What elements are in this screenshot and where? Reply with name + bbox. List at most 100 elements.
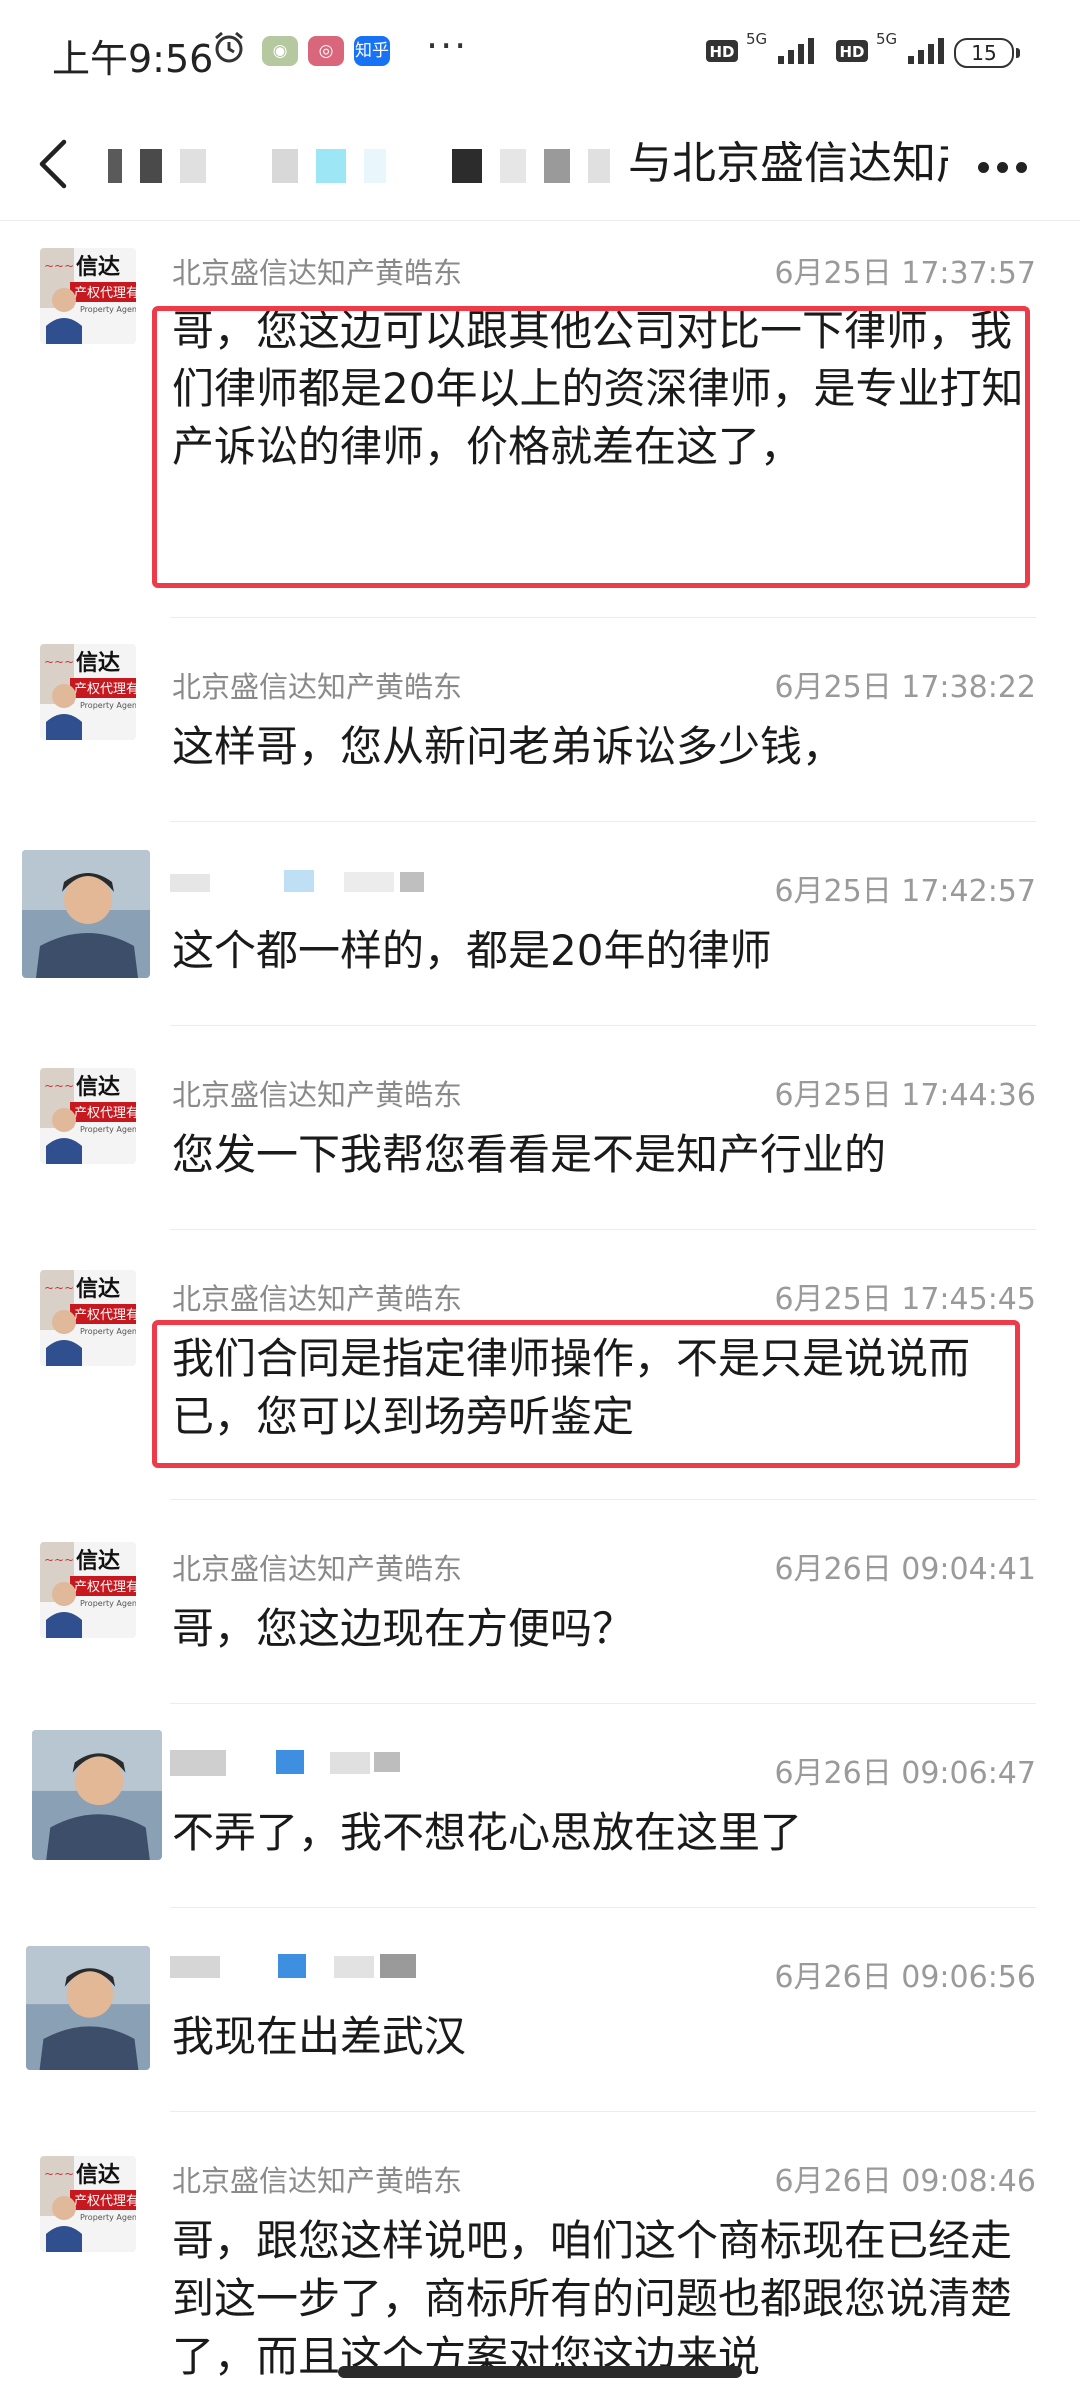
eye-notif-icon: ◎ <box>308 36 344 66</box>
svg-text:信达: 信达 <box>76 254 120 280</box>
signal-2-icon: HD 5G <box>836 30 944 64</box>
message-time: 6月26日 09:06:56 <box>774 1960 1036 1995</box>
message-time: 6月25日 17:42:57 <box>774 874 1036 909</box>
message-item: ~~~ 信达 产权代理有 Property Agen 北京盛信达知产黄皓东 6月… <box>0 1500 1080 1704</box>
chat-title-text: 与北京盛信达知产黄… <box>628 138 948 189</box>
svg-text:~~~: ~~~ <box>44 1079 74 1093</box>
redacted-block <box>452 149 482 183</box>
sender-name: 北京盛信达知产黄皓东 <box>172 2164 463 2198</box>
message-text[interactable]: 哥，您这边现在方便吗？ <box>172 1600 1036 1658</box>
sender-name: 北京盛信达知产黄皓东 <box>172 256 463 290</box>
redacted-block <box>588 149 610 183</box>
alarm-icon <box>215 31 243 63</box>
message-time: 6月26日 09:04:41 <box>774 1552 1036 1587</box>
user-avatar[interactable] <box>22 850 150 978</box>
message-time: 6月25日 17:44:36 <box>774 1078 1036 1113</box>
battery-indicator: 15 <box>954 38 1020 68</box>
svg-text:Property Agen: Property Agen <box>80 2213 136 2222</box>
sender-avatar[interactable]: ~~~ 信达 产权代理有 Property Agen <box>40 248 136 344</box>
message-text[interactable]: 我现在出差武汉 <box>172 2008 1036 2066</box>
svg-text:~~~: ~~~ <box>44 1553 74 1567</box>
redacted-block <box>140 149 162 183</box>
message-time: 6月26日 09:06:47 <box>774 1756 1036 1791</box>
message-item: 6月26日 09:06:56 我现在出差武汉 <box>0 1908 1080 2112</box>
svg-text:产权代理有: 产权代理有 <box>74 285 136 301</box>
redacted-sender-name <box>170 1750 400 1776</box>
net2-label: HD <box>839 43 864 61</box>
message-time: 6月25日 17:37:57 <box>774 256 1036 291</box>
sender-name: 北京盛信达知产黄皓东 <box>172 1552 463 1586</box>
message-time: 6月25日 17:45:45 <box>774 1282 1036 1317</box>
sender-avatar[interactable]: ~~~ 信达 产权代理有 Property Agen <box>40 644 136 740</box>
redacted-block <box>224 149 254 183</box>
svg-text:Property Agen: Property Agen <box>80 1599 136 1608</box>
svg-text:信达: 信达 <box>76 1074 120 1100</box>
sender-name: 北京盛信达知产黄皓东 <box>172 670 463 704</box>
message-time: 6月25日 17:38:22 <box>774 670 1036 705</box>
redacted-sender-name <box>170 870 424 892</box>
redacted-block <box>404 149 434 183</box>
status-time: 上午9:56 <box>52 37 214 81</box>
message-text[interactable]: 您发一下我帮您看看是不是知产行业的 <box>172 1126 1036 1184</box>
wechat-notif-icon: ◉ <box>262 36 298 66</box>
svg-text:信达: 信达 <box>76 650 120 676</box>
svg-text:~~~: ~~~ <box>44 655 74 669</box>
svg-text:产权代理有: 产权代理有 <box>74 681 136 697</box>
svg-text:Property Agen: Property Agen <box>80 305 136 314</box>
chat-header: 与北京盛信达知产黄… <box>0 108 1080 221</box>
sender-avatar[interactable]: ~~~ 信达 产权代理有 Property Agen <box>40 2156 136 2252</box>
redacted-block <box>544 149 570 183</box>
svg-text:产权代理有: 产权代理有 <box>74 2193 136 2209</box>
user-avatar[interactable] <box>26 1946 150 2070</box>
svg-text:Property Agen: Property Agen <box>80 1125 136 1134</box>
message-item: ~~~ 信达 产权代理有 Property Agen 北京盛信达知产黄皓东 6月… <box>0 222 1080 618</box>
zhihu-notif-icon: 知乎 <box>354 36 390 66</box>
sender-name: 北京盛信达知产黄皓东 <box>172 1282 463 1316</box>
message-text[interactable]: 这样哥，您从新问老弟诉讼多少钱， <box>172 718 1036 776</box>
chat-title: 与北京盛信达知产黄… <box>108 134 948 194</box>
redacted-block <box>272 149 298 183</box>
redacted-block <box>108 149 122 183</box>
redacted-block <box>180 149 206 183</box>
svg-text:产权代理有: 产权代理有 <box>74 1579 136 1595</box>
message-item: 6月26日 09:06:47 不弄了，我不想花心思放在这里了 <box>0 1704 1080 1908</box>
svg-text:~~~: ~~~ <box>44 259 74 273</box>
message-item: ~~~ 信达 产权代理有 Property Agen 北京盛信达知产黄皓东 6月… <box>0 2112 1080 2400</box>
sender-avatar[interactable]: ~~~ 信达 产权代理有 Property Agen <box>40 1068 136 1164</box>
sender-avatar[interactable]: ~~~ 信达 产权代理有 Property Agen <box>40 1270 136 1366</box>
more-options-icon[interactable] <box>978 158 1038 173</box>
highlight-box <box>152 306 1030 588</box>
signal-1-icon: HD 5G <box>706 30 814 64</box>
message-time: 6月26日 09:08:46 <box>774 2164 1036 2199</box>
redacted-block <box>500 149 526 183</box>
message-item: ~~~ 信达 产权代理有 Property Agen 北京盛信达知产黄皓东 6月… <box>0 618 1080 822</box>
status-bar: 上午9:56 ◉ ◎ 知乎 ··· HD 5G HD 5G 15 <box>0 0 1080 108</box>
redacted-block <box>316 149 346 183</box>
net1-type: 5G <box>746 30 767 48</box>
net2-type: 5G <box>876 30 897 48</box>
net1-label: HD <box>709 43 734 61</box>
message-item: ~~~ 信达 产权代理有 Property Agen 北京盛信达知产黄皓东 6月… <box>0 1230 1080 1500</box>
svg-text:产权代理有: 产权代理有 <box>74 1105 136 1121</box>
home-indicator[interactable] <box>338 2366 742 2378</box>
svg-text:产权代理有: 产权代理有 <box>74 1307 136 1323</box>
svg-text:Property Agen: Property Agen <box>80 701 136 710</box>
svg-text:~~~: ~~~ <box>44 1281 74 1295</box>
svg-text:信达: 信达 <box>76 1548 120 1574</box>
user-avatar[interactable] <box>32 1730 162 1860</box>
svg-text:信达: 信达 <box>76 1276 120 1302</box>
message-item: 6月25日 17:42:57 这个都一样的，都是20年的律师 <box>0 822 1080 1026</box>
message-text[interactable]: 不弄了，我不想花心思放在这里了 <box>172 1804 1036 1862</box>
message-text[interactable]: 哥，跟您这样说吧，咱们这个商标现在已经走到这一步了，商标所有的问题也都跟您说清楚… <box>172 2212 1036 2386</box>
svg-text:Property Agen: Property Agen <box>80 1327 136 1336</box>
back-arrow-icon[interactable] <box>34 138 74 190</box>
sender-avatar[interactable]: ~~~ 信达 产权代理有 Property Agen <box>40 1542 136 1638</box>
sender-name: 北京盛信达知产黄皓东 <box>172 1078 463 1112</box>
more-notifications-icon: ··· <box>426 24 469 68</box>
svg-text:~~~: ~~~ <box>44 2167 74 2181</box>
redacted-block <box>364 149 386 183</box>
message-item: ~~~ 信达 产权代理有 Property Agen 北京盛信达知产黄皓东 6月… <box>0 1026 1080 1230</box>
message-text[interactable]: 这个都一样的，都是20年的律师 <box>172 922 1036 980</box>
svg-text:信达: 信达 <box>76 2162 120 2188</box>
redacted-sender-name <box>170 1954 416 1978</box>
